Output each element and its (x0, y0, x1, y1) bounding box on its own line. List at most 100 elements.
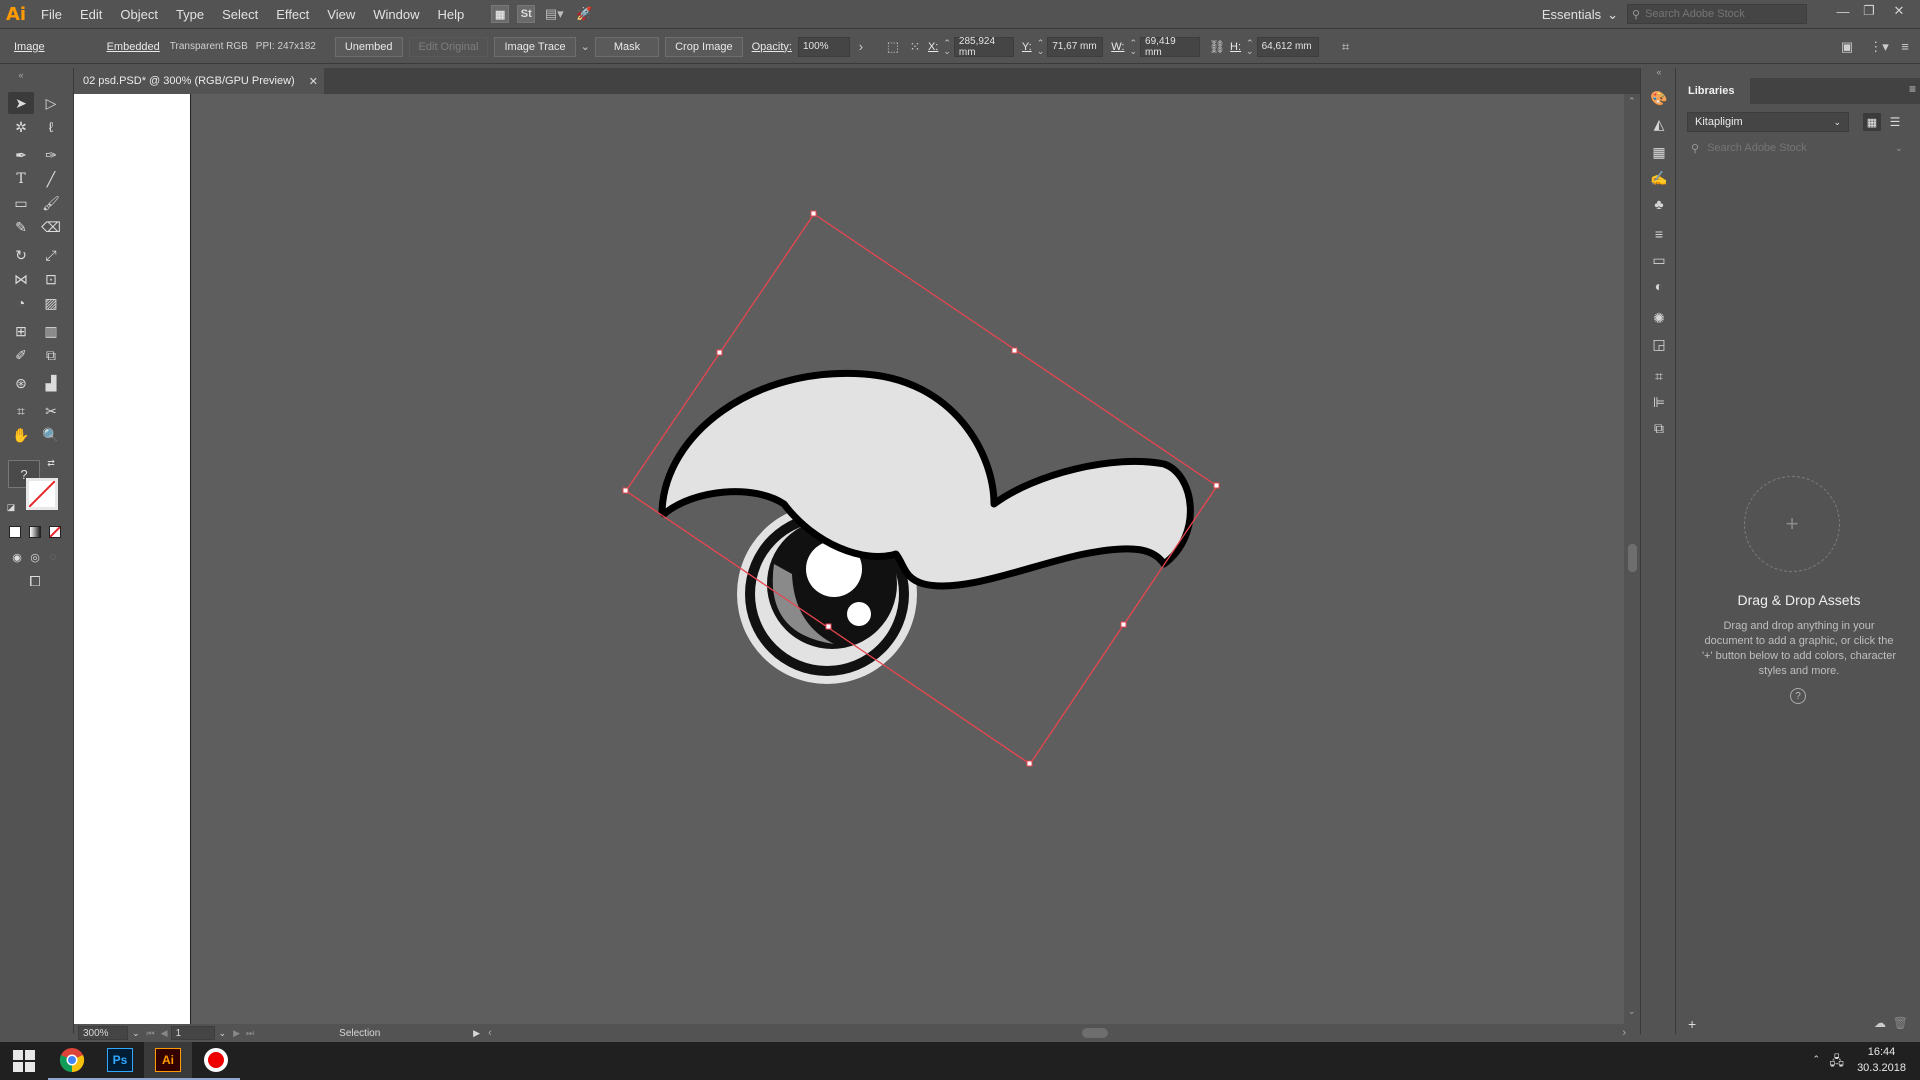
align-panel-icon[interactable]: ⊫ (1649, 392, 1669, 412)
h-field[interactable]: 64,612 mm (1256, 36, 1319, 57)
scale-tool-icon[interactable]: ⤢ (38, 244, 64, 266)
selection-tool-icon[interactable]: ➤ (8, 92, 34, 114)
previous-artboard-icon[interactable]: ◀ (158, 1028, 171, 1039)
stroke-panel-icon[interactable]: ≡ (1649, 224, 1669, 244)
add-content-icon[interactable]: + (1688, 1016, 1696, 1032)
color-mode-icon[interactable] (9, 526, 21, 538)
symbols-icon[interactable]: ♣ (1649, 194, 1669, 214)
embedded-link[interactable]: Embedded (101, 41, 166, 53)
artboard-dropdown-icon[interactable]: ⌄ (215, 1028, 231, 1039)
shaper-tool-icon[interactable]: ✎ (8, 216, 34, 238)
rectangle-tool-icon[interactable]: ▭ (8, 192, 34, 214)
document-tab[interactable]: 02 psd.PSD* @ 300% (RGB/GPU Preview) ✕ (74, 68, 324, 94)
hand-tool-icon[interactable]: ✋ (8, 424, 34, 446)
bridge-icon[interactable]: ▦ (491, 5, 510, 23)
horizontal-scroll-thumb[interactable] (1082, 1028, 1108, 1038)
appearance-icon[interactable]: ✺ (1649, 308, 1669, 328)
chevron-down-icon[interactable]: ⌄ (1895, 143, 1903, 154)
close-icon[interactable]: ✕ (1884, 0, 1914, 22)
list-view-icon[interactable]: ☰ (1886, 113, 1904, 131)
y-stepper-icon[interactable]: ⌃ ⌄ (1034, 38, 1048, 55)
eraser-tool-icon[interactable]: ⌫ (38, 216, 64, 238)
panel-options-icon[interactable]: ≡ (1909, 82, 1916, 96)
transparency-icon[interactable]: ◐ (1649, 276, 1669, 296)
magic-wand-icon[interactable]: ✲ (8, 116, 34, 138)
handle-bottom-right[interactable] (1120, 621, 1127, 628)
stock-search[interactable]: ⚲ (1627, 4, 1807, 24)
first-artboard-icon[interactable]: ⏮ (144, 1028, 158, 1039)
brushes-icon[interactable]: ✍ (1649, 168, 1669, 188)
h-stepper-icon[interactable]: ⌃ ⌄ (1243, 38, 1257, 55)
w-field[interactable]: 69,419 mm (1140, 36, 1201, 58)
crop-image-button[interactable]: Crop Image (665, 36, 743, 57)
vertical-scroll-thumb[interactable] (1628, 544, 1637, 572)
handle-top[interactable] (810, 210, 817, 217)
scroll-left-icon[interactable]: ‹ (484, 1027, 496, 1039)
workspace-switcher[interactable]: Essentials ⌄ (1542, 0, 1618, 29)
chrome-taskbar-button[interactable] (48, 1042, 96, 1080)
menu-view[interactable]: View (318, 0, 364, 29)
rotate-tool-icon[interactable]: ↻ (8, 244, 34, 266)
color-panel-icon[interactable]: 🎨 (1649, 88, 1669, 108)
handle-top-right[interactable] (1011, 347, 1018, 354)
gradient-panel-icon[interactable]: ▭ (1649, 250, 1669, 270)
image-trace-button[interactable]: Image Trace (494, 36, 576, 57)
network-icon[interactable]: 🖧 (1830, 1052, 1845, 1074)
default-colors-icon[interactable]: ◪ (4, 500, 18, 514)
show-hidden-icons-icon[interactable]: ⌃ (1812, 1054, 1820, 1065)
swap-colors-icon[interactable]: ⇄ (44, 456, 58, 470)
reference-point-icon[interactable]: ⁙ (904, 36, 926, 58)
library-search[interactable]: ⚲ ⌄ (1687, 138, 1909, 158)
menu-edit[interactable]: Edit (71, 0, 111, 29)
vertical-scrollbar[interactable]: ⌃ ⌄ (1624, 94, 1640, 1026)
menu-type[interactable]: Type (167, 0, 213, 29)
graph-tool-icon[interactable]: ▟ (38, 372, 64, 394)
close-tab-icon[interactable]: ✕ (309, 75, 318, 88)
add-asset-circle[interactable]: + (1744, 476, 1840, 572)
handle-left[interactable] (622, 487, 629, 494)
mesh-tool-icon[interactable]: ⊞ (8, 320, 34, 342)
transform-icon[interactable]: ⌗ (1335, 36, 1357, 58)
zoom-dropdown-icon[interactable]: ⌄ (128, 1028, 144, 1039)
arrange-documents-icon[interactable]: ▤▾ (543, 4, 565, 24)
library-search-input[interactable] (1707, 142, 1888, 154)
draw-inside-icon[interactable]: ◌ (40, 546, 66, 568)
opacity-field[interactable]: 100% (797, 36, 850, 57)
scroll-up-icon[interactable]: ⌃ (1628, 96, 1636, 107)
illustrator-taskbar-button[interactable]: Ai (144, 1042, 192, 1080)
menu-select[interactable]: Select (213, 0, 267, 29)
eyebrow-graphic[interactable] (658, 369, 1194, 590)
type-tool-icon[interactable]: T (8, 168, 34, 190)
pen-tool-icon[interactable]: ✒ (8, 144, 34, 166)
transform-panel-icon[interactable]: ⌗ (1649, 366, 1669, 386)
handle-bottom-left[interactable] (825, 623, 832, 630)
graphic-styles-icon[interactable]: ◲ (1649, 334, 1669, 354)
paintbrush-tool-icon[interactable]: 🖌 (38, 192, 64, 214)
color-guide-icon[interactable]: ◭ (1649, 114, 1669, 134)
trash-icon[interactable]: 🗑 (1893, 1016, 1908, 1030)
symbol-sprayer-icon[interactable]: ⊛ (8, 372, 34, 394)
w-stepper-icon[interactable]: ⌃ ⌄ (1127, 38, 1141, 55)
libraries-tab[interactable]: Libraries (1678, 78, 1750, 104)
photoshop-taskbar-button[interactable]: Ps (96, 1042, 144, 1080)
handle-bottom[interactable] (1026, 760, 1033, 767)
mask-button[interactable]: Mask (594, 36, 660, 57)
perspective-grid-icon[interactable]: ▨ (38, 292, 64, 314)
scroll-right-icon[interactable]: › (1622, 1027, 1626, 1039)
menu-window[interactable]: Window (364, 0, 428, 29)
screen-mode-icon[interactable]: ⧠ (22, 570, 48, 592)
menu-help[interactable]: Help (428, 0, 473, 29)
restore-icon[interactable]: ❐ (1854, 0, 1884, 22)
menu-file[interactable]: File (32, 0, 71, 29)
artboard-number-field[interactable]: 1 (170, 1026, 215, 1040)
status-menu-icon[interactable]: ▶ (469, 1028, 484, 1039)
last-artboard-icon[interactable]: ⏭ (243, 1028, 257, 1039)
panel-menu-icon[interactable]: ⋮▾ (1868, 36, 1890, 58)
blend-tool-icon[interactable]: ⧉ (38, 344, 64, 366)
object-type-label[interactable]: Image (8, 41, 51, 53)
gpu-performance-icon[interactable]: 🚀 (573, 4, 595, 24)
gradient-mode-icon[interactable] (29, 526, 41, 538)
zoom-tool-icon[interactable]: 🔍 (38, 424, 64, 446)
constrain-proportions-icon[interactable]: ⛓ (1206, 36, 1228, 58)
recorder-taskbar-button[interactable] (192, 1042, 240, 1080)
